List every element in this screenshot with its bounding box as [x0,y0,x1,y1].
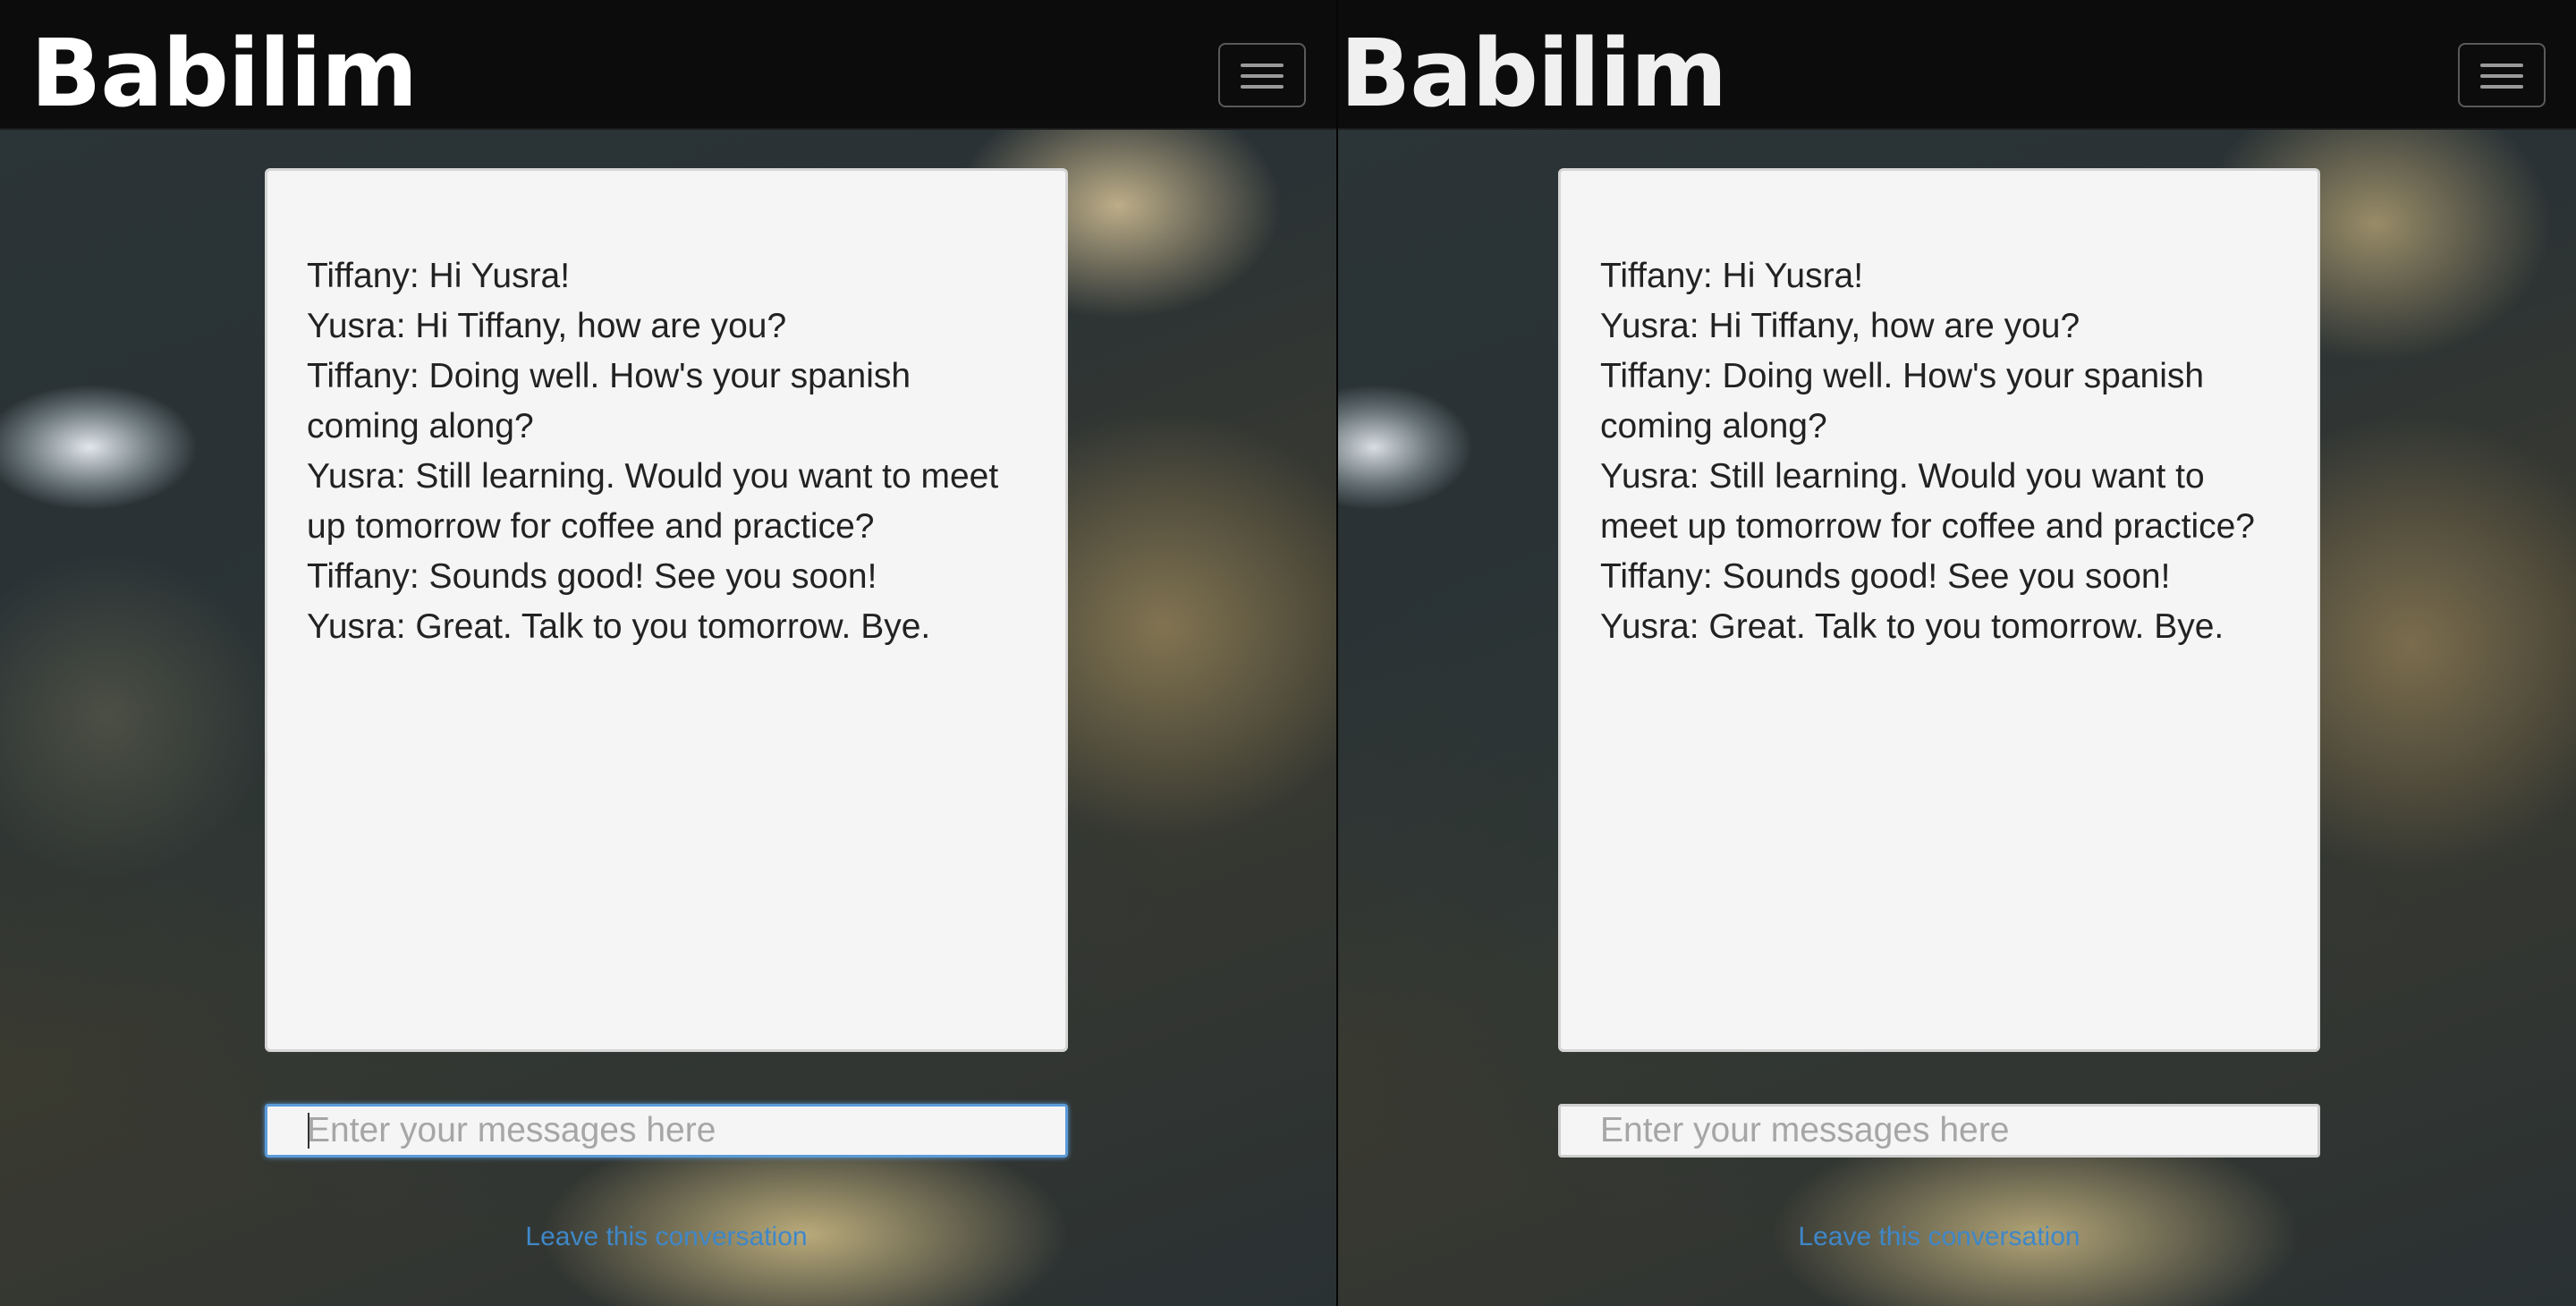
left-pane: Babilim Tiffany: Hi Yusra! Yusra: Hi Tif… [0,0,1336,1306]
chat-message: Yusra: Great. Talk to you tomorrow. Bye. [307,607,931,646]
chat-message: Yusra: Hi Tiffany, how are you? [307,307,787,345]
chat-message: Yusra: Hi Tiffany, how are you? [1600,307,2080,345]
message-input[interactable] [1558,1104,2320,1158]
chat-message: Yusra: Still learning. Would you want to… [307,457,999,546]
navbar: Babilim [0,0,1336,130]
menu-bar [1241,85,1284,89]
menu-bar [2480,74,2523,78]
brand-logo[interactable]: Babilim [30,27,418,120]
message-list: Tiffany: Hi Yusra! Yusra: Hi Tiffany, ho… [307,251,1030,652]
message-list: Tiffany: Hi Yusra! Yusra: Hi Tiffany, ho… [1600,251,2282,652]
chat-message: Tiffany: Sounds good! See you soon! [307,557,877,596]
chat-message: Yusra: Great. Talk to you tomorrow. Bye. [1600,607,2224,646]
menu-bar [1241,64,1284,67]
right-pane: Babilim Tiffany: Hi Yusra! Yusra: Hi Tif… [1338,0,2576,1306]
navbar: Babilim [1338,0,2576,130]
message-input[interactable] [265,1104,1068,1158]
menu-bar [1241,74,1284,78]
chat-message: Tiffany: Hi Yusra! [307,257,571,295]
chat-panel[interactable]: Tiffany: Hi Yusra! Yusra: Hi Tiffany, ho… [1558,168,2320,1052]
chat-message: Tiffany: Sounds good! See you soon! [1600,557,2171,596]
hamburger-menu-icon[interactable] [2458,43,2546,107]
chat-message: Tiffany: Hi Yusra! [1600,257,1864,295]
chat-panel[interactable]: Tiffany: Hi Yusra! Yusra: Hi Tiffany, ho… [265,168,1068,1052]
leave-conversation-link[interactable]: Leave this conversation [1558,1222,2320,1252]
screen: Babilim Tiffany: Hi Yusra! Yusra: Hi Tif… [0,0,2576,1306]
hamburger-menu-icon[interactable] [1218,43,1306,107]
menu-bar [2480,85,2523,89]
chat-message: Tiffany: Doing well. How's your spanish … [1600,357,2205,445]
menu-bar [2480,64,2523,67]
chat-message: Yusra: Still learning. Would you want to… [1600,457,2255,546]
brand-logo[interactable]: Babilim [1340,27,1727,120]
text-caret [308,1113,309,1149]
leave-conversation-link[interactable]: Leave this conversation [265,1222,1068,1252]
chat-message: Tiffany: Doing well. How's your spanish … [307,357,911,445]
